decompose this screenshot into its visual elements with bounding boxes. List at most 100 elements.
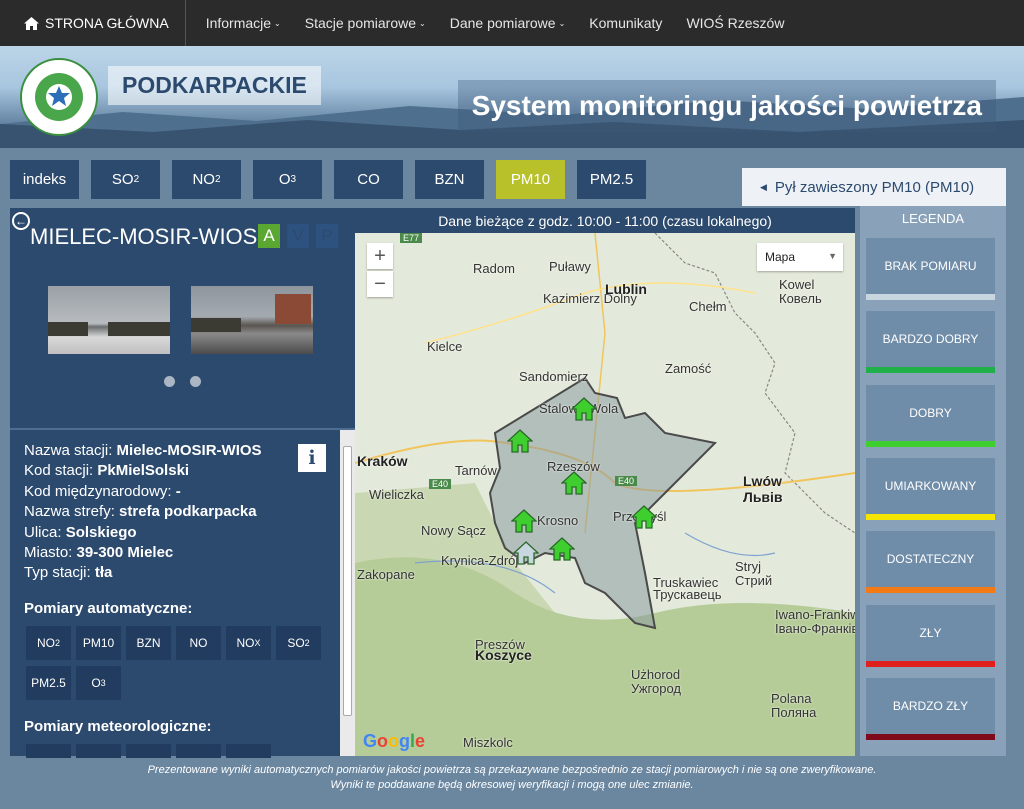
tab-so[interactable]: SO 2: [91, 160, 160, 199]
tab-label: CO: [357, 171, 380, 188]
tab-co[interactable]: CO: [334, 160, 403, 199]
home-link[interactable]: STRONA GŁÓWNA: [0, 0, 186, 46]
nav-item-3[interactable]: Komunikaty: [585, 15, 666, 31]
measurement-label: NO: [189, 636, 208, 650]
info-icon[interactable]: i: [298, 444, 326, 472]
legend-item-3: UMIARKOWANY: [866, 457, 995, 520]
measurement-button[interactable]: SO 2: [276, 626, 321, 660]
meteo-measurement-button[interactable]: [76, 744, 121, 758]
map-type-label: Mapa: [765, 250, 796, 264]
station-field: Nazwa strefy: strefa podkarpacka: [24, 503, 257, 520]
tab-subscript: 2: [214, 174, 221, 185]
city-label: Kraków: [357, 453, 408, 469]
mode-v-button[interactable]: V: [287, 224, 309, 248]
city-label: Miszkolc: [463, 735, 513, 750]
city-label: E40: [429, 479, 452, 489]
measurement-button[interactable]: NO 2: [26, 626, 71, 660]
legend-label: DOBRY: [909, 405, 952, 420]
nav-item-4[interactable]: WIOŚ Rzeszów: [682, 15, 788, 31]
legend-item-4: DOSTATECZNY: [866, 531, 995, 594]
tab-no[interactable]: NO 2: [172, 160, 241, 199]
carousel-dot-1[interactable]: [164, 376, 175, 387]
legend-item-0: BRAK POMIARU: [866, 238, 995, 300]
station-marker-good[interactable]: [510, 509, 538, 538]
parameter-tabs: indeks SO 2 NO 2 O 3 CO BZN PM10 PM2.5: [10, 160, 658, 199]
station-marker-good[interactable]: [506, 429, 534, 458]
tab-bzn[interactable]: BZN: [415, 160, 484, 199]
city-label: Nowy Sącz: [421, 523, 487, 538]
tab-pm10[interactable]: PM10: [496, 160, 565, 199]
info-scrollbar[interactable]: [340, 430, 355, 756]
field-value: -: [175, 482, 181, 500]
station-map[interactable]: Radom Puławy Kazimierz Dolny Lublin Chełm Kow…: [355, 233, 855, 756]
zoom-out-button[interactable]: −: [367, 271, 393, 297]
legend-color-bar: [866, 440, 995, 447]
measurement-button[interactable]: NO: [176, 626, 221, 660]
city-label: Stryj: [735, 559, 761, 574]
field-label: Nazwa strefy:: [24, 503, 115, 521]
station-photo-1[interactable]: [48, 286, 170, 354]
wios-logo[interactable]: [20, 58, 98, 136]
field-value: tła: [94, 564, 113, 582]
pollutant-title-text: Pył zawieszony PM10 (PM10): [774, 178, 975, 196]
field-label: Kod stacji:: [24, 462, 94, 480]
station-marker-no-data[interactable]: [512, 541, 540, 570]
city-label: Стрий: [735, 573, 773, 588]
measurement-label: O: [91, 676, 101, 690]
meteo-measurement-button[interactable]: [226, 744, 271, 758]
back-arrow-icon[interactable]: ←: [12, 212, 30, 230]
nav-item-0[interactable]: Informacje ⌄: [202, 15, 285, 31]
legend-panel: LEGENDA BRAK POMIARU BARDZO DOBRY DOBRY UMI…: [860, 206, 1006, 756]
meteo-measurement-button[interactable]: [176, 744, 221, 758]
measurement-button[interactable]: NO X: [226, 626, 271, 660]
station-marker-good[interactable]: [630, 505, 658, 534]
google-logo-letter: e: [415, 731, 426, 751]
city-label: Puławy: [549, 259, 591, 274]
tree-line: [191, 318, 241, 332]
page-header: PODKARPACKIE System monitoringu jakości …: [0, 46, 1024, 148]
mode-a-button[interactable]: A: [258, 224, 280, 248]
nav-item-1[interactable]: Stacje pomiarowe ⌄: [301, 15, 430, 31]
station-marker-good[interactable]: [570, 397, 598, 426]
carousel-dot-2[interactable]: [190, 376, 201, 387]
measurement-button[interactable]: PM2.5: [26, 666, 71, 700]
station-marker-good[interactable]: [560, 471, 588, 500]
city-label: Koszyce: [475, 647, 532, 663]
tab-o[interactable]: O3: [253, 160, 322, 199]
tab-indeks[interactable]: indeks: [10, 160, 79, 199]
city-label: Lwów: [743, 473, 782, 489]
system-title: System monitoringu jakości powietrza: [457, 80, 996, 132]
google-logo-letter: g: [399, 731, 411, 751]
map-type-select[interactable]: Mapa ▼: [757, 243, 843, 271]
logo-emblem-icon: [35, 73, 83, 121]
pollutant-title[interactable]: ◀ Pył zawieszony PM10 (PM10): [742, 168, 1006, 206]
meteo-measurement-button[interactable]: [126, 744, 171, 758]
legend-color-bar: [866, 513, 995, 520]
city-label: Kowel: [779, 277, 815, 292]
station-field: Typ stacji: tła: [24, 564, 112, 581]
station-panel: ← MIELEC-MOSIR-WIOS A V P Nazwa stacji: …: [10, 208, 355, 758]
mode-p-button[interactable]: P: [316, 224, 338, 248]
meteo-measurement-button[interactable]: [26, 744, 71, 758]
measurement-subscript: 2: [304, 638, 310, 648]
chevron-down-icon: ⌄: [419, 18, 426, 28]
nav-item-label: Komunikaty: [589, 15, 663, 31]
nav-item-2[interactable]: Dane pomiarowe ⌄: [446, 15, 570, 31]
nav-item-label: Dane pomiarowe: [449, 15, 556, 31]
measurement-button[interactable]: O3: [76, 666, 121, 700]
measurement-button[interactable]: BZN: [126, 626, 171, 660]
station-marker-good[interactable]: [548, 537, 576, 566]
measurement-label: NO: [36, 636, 55, 650]
city-label: Lublin: [605, 281, 647, 297]
city-label: Polana: [771, 691, 812, 706]
legend-label: BARDZO DOBRY: [882, 332, 979, 347]
scroll-thumb[interactable]: [343, 446, 352, 716]
city-label: Трускавець: [653, 587, 722, 602]
field-label: Nazwa stacji:: [24, 442, 113, 459]
measurement-button[interactable]: PM10: [76, 626, 121, 660]
city-label: Zakopane: [357, 567, 415, 582]
tree-line: [48, 322, 88, 336]
tab-pm25[interactable]: PM2.5: [577, 160, 646, 199]
station-photo-2[interactable]: [191, 286, 313, 354]
zoom-in-button[interactable]: +: [367, 243, 393, 269]
